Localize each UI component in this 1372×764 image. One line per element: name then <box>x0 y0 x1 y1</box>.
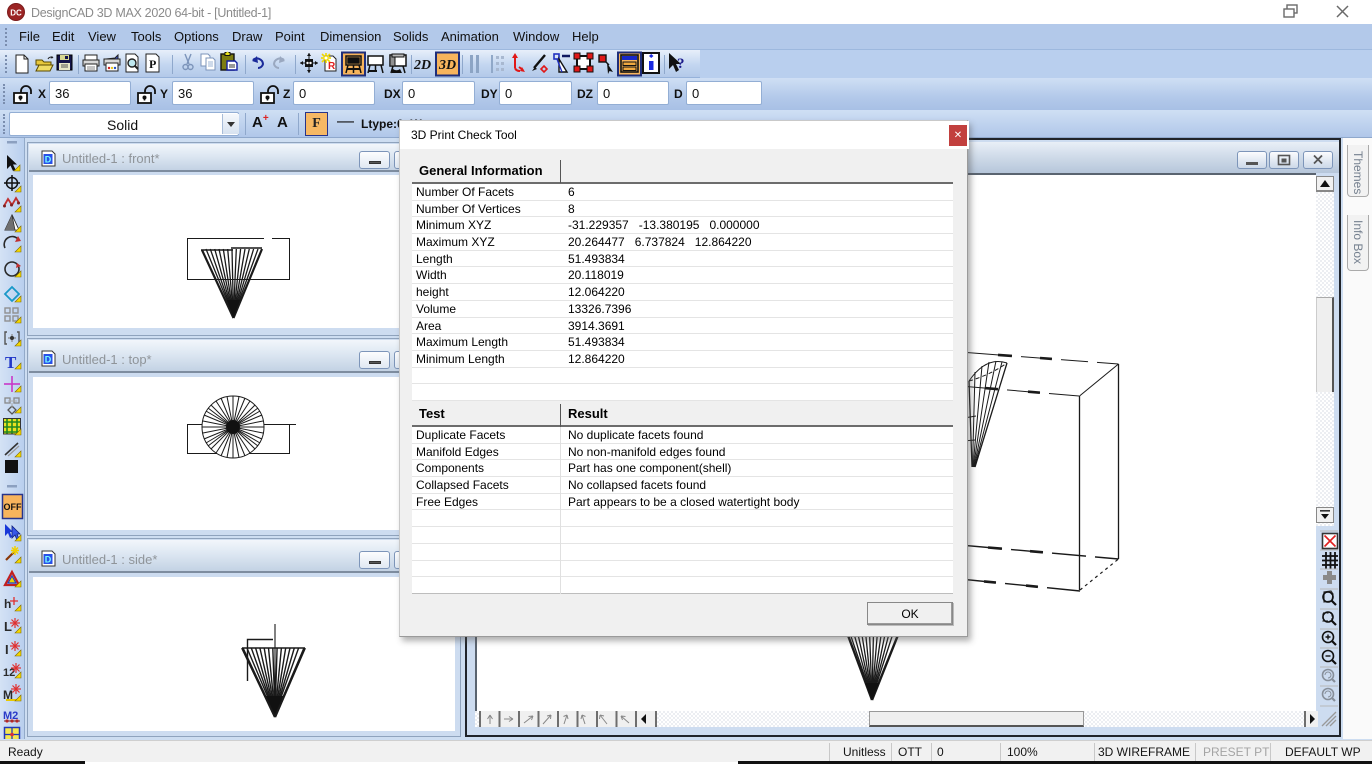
svg-text:D: D <box>45 155 52 165</box>
svg-text:I: I <box>5 642 9 657</box>
svg-text:R: R <box>328 61 336 72</box>
svg-text:OFF: OFF <box>4 502 22 512</box>
svg-text:D: D <box>45 355 52 365</box>
svg-text:?: ? <box>677 56 685 72</box>
svg-text:DC: DC <box>10 9 22 18</box>
svg-text:L: L <box>4 619 12 634</box>
svg-text:3D: 3D <box>438 58 456 73</box>
svg-text:P: P <box>149 57 156 71</box>
svg-text:12: 12 <box>3 667 15 679</box>
svg-text:D: D <box>45 555 52 565</box>
svg-text:2D: 2D <box>413 58 431 73</box>
svg-text:h: h <box>4 597 11 611</box>
